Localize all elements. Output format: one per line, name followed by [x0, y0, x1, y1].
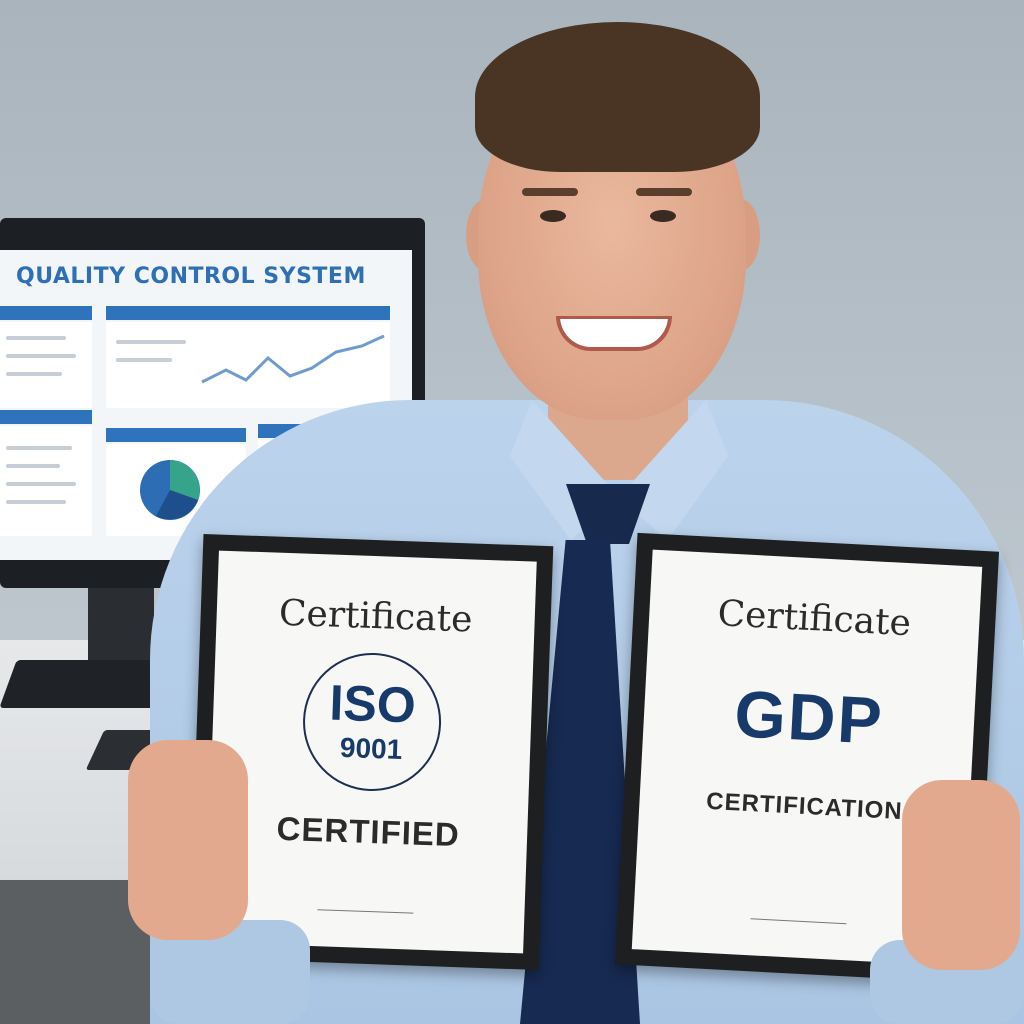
- screen-title: QUALITY CONTROL SYSTEM: [16, 264, 366, 289]
- screen-text-line: [6, 336, 66, 340]
- certificate-title: Certificate: [716, 593, 912, 645]
- eye-right: [650, 210, 676, 222]
- signature-line: [317, 909, 414, 914]
- photo-scene: QUALITY CONTROL SYSTEM Certificate ISO 9…: [0, 0, 1024, 1024]
- screen-text-line: [6, 354, 76, 358]
- certificate-paper: Certificate ISO 9001 CERTIFIED: [205, 550, 537, 954]
- screen-text-line: [6, 446, 72, 450]
- iso-badge: ISO 9001: [300, 650, 444, 794]
- screen-line-panel: [106, 322, 390, 408]
- screen-text-line: [116, 358, 172, 362]
- hand-right: [902, 780, 1020, 970]
- eyebrow-right: [636, 188, 692, 196]
- screen-text-line: [6, 372, 62, 376]
- hand-left: [128, 740, 248, 940]
- signature-line: [750, 918, 847, 925]
- eyebrow-left: [522, 188, 578, 196]
- screen-panel: [0, 322, 92, 408]
- hair: [475, 22, 760, 172]
- certificate-status: CERTIFIED: [276, 809, 461, 854]
- certificate-status: CERTIFICATION: [705, 787, 904, 826]
- screen-panel-header: [106, 428, 246, 442]
- eye-left: [540, 210, 566, 222]
- certificate-title: Certificate: [278, 592, 474, 641]
- screen-text-line: [6, 500, 66, 504]
- smile: [556, 316, 672, 351]
- iso-badge-main: ISO: [328, 674, 417, 734]
- screen-line-chart: [201, 334, 385, 384]
- screen-text-line: [6, 482, 76, 486]
- monitor-stand: [88, 588, 154, 666]
- screen-panel-header: [0, 306, 92, 320]
- certificate-code: GDP: [732, 676, 886, 758]
- screen-panel: [0, 426, 92, 536]
- screen-text-line: [116, 340, 186, 344]
- screen-panel-header: [106, 306, 390, 320]
- screen-panel-header: [0, 410, 92, 424]
- iso-badge-number: 9001: [339, 731, 403, 766]
- screen-text-line: [6, 464, 60, 468]
